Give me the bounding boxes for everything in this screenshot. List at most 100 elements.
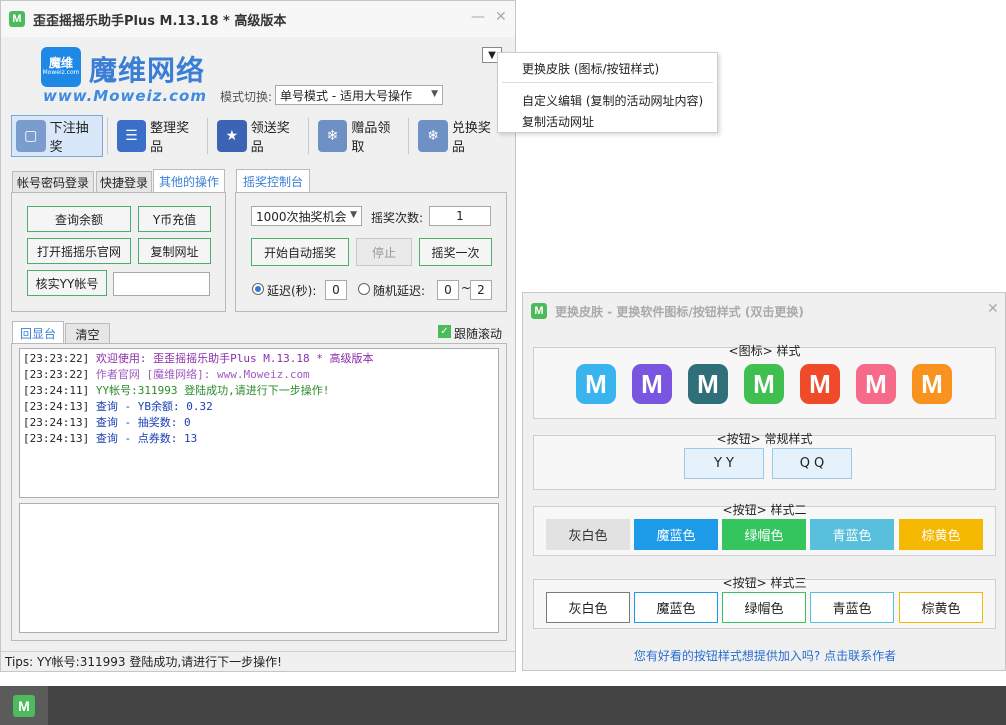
recharge-button[interactable]: Y币充值 — [138, 206, 211, 232]
brand-name: 魔维网络 — [89, 54, 206, 87]
toolbar-label: 领送奖品 — [250, 121, 290, 155]
style2-green-button[interactable]: 绿帽色 — [722, 519, 806, 550]
stop-button[interactable]: 停止 — [356, 238, 412, 266]
toolbar-label: 赠品领取 — [351, 121, 391, 155]
chevron-down-icon: ▼ — [431, 89, 438, 99]
verify-account-input[interactable] — [113, 272, 210, 296]
tab-clear[interactable]: 清空 — [65, 323, 110, 345]
style3-cyan-button[interactable]: 青蓝色 — [810, 592, 894, 623]
toolbar-claim-gift-button[interactable]: ❄ 赠品领取 — [313, 115, 405, 157]
command-input-area[interactable] — [19, 503, 499, 633]
title-bar[interactable]: M 歪歪摇摇乐助手Plus M.13.18 * 高级版本 — [1, 1, 515, 37]
style2-gray-button[interactable]: 灰白色 — [546, 519, 630, 550]
context-menu: 更换皮肤 (图标/按钮样式) 自定义编辑 (复制的活动网址内容) 复制活动网址 — [497, 52, 718, 133]
skin-window: M 更换皮肤 - 更换软件图标/按钮样式 (双击更换) ✕ <图标> 样式 M … — [522, 292, 1006, 671]
log-text: YY帐号:311993 登陆成功,请进行下一步操作! — [89, 384, 330, 397]
menu-item-change-skin[interactable]: 更换皮肤 (图标/按钮样式) — [522, 60, 659, 77]
minimize-icon[interactable]: — — [471, 9, 485, 25]
copy-url-button[interactable]: 复制网址 — [138, 238, 211, 264]
log-text: 查询 - YB余额: 0.32 — [89, 400, 213, 413]
style3-blue-button[interactable]: 魔蓝色 — [634, 592, 718, 623]
draw-times-input[interactable]: 1 — [429, 206, 491, 226]
main-window: M 歪歪摇摇乐助手Plus M.13.18 * 高级版本 — ✕ ▼ 魔维 Mo… — [0, 0, 516, 672]
toolbar-divider — [106, 118, 108, 154]
m-icon-orange[interactable]: M — [912, 364, 952, 404]
draw-count-value: 1000次抽奖机会 — [256, 209, 347, 224]
style2-cyan-button[interactable]: 青蓝色 — [810, 519, 894, 550]
log-line: [23:24:13] 查询 - YB余额: 0.32 — [23, 399, 495, 415]
draw-once-button[interactable]: 摇奖一次 — [419, 238, 492, 266]
query-balance-button[interactable]: 查询余额 — [27, 206, 131, 232]
close-icon[interactable]: ✕ — [495, 9, 507, 25]
contact-author-link[interactable]: 您有好看的按钮样式想提供加入吗? 点击联系作者 — [523, 647, 1006, 664]
style3-gray-button[interactable]: 灰白色 — [546, 592, 630, 623]
toolbar-send-prizes-button[interactable]: ★ 领送奖品 — [212, 115, 304, 157]
skin-window-title: 更换皮肤 - 更换软件图标/按钮样式 (双击更换) — [555, 304, 804, 319]
app-logo-icon: M — [531, 303, 547, 319]
status-bar: Tips: YY帐号:311993 登陆成功,请进行下一步操作! — [1, 651, 515, 671]
menu-item-copy-url[interactable]: 复制活动网址 — [522, 113, 594, 130]
menu-divider — [502, 82, 713, 83]
menu-item-custom-edit[interactable]: 自定义编辑 (复制的活动网址内容) — [522, 92, 703, 109]
tab-echo-console[interactable]: 回显台 — [12, 321, 64, 345]
style2-amber-button[interactable]: 棕黄色 — [899, 519, 983, 550]
toolbar-label: 兑换奖品 — [451, 121, 491, 155]
m-icon-sky-blue[interactable]: M — [576, 364, 616, 404]
m-icon-teal[interactable]: M — [688, 364, 728, 404]
tab-draw-console[interactable]: 摇奖控制台 — [236, 169, 310, 193]
skin-title-bar[interactable]: M 更换皮肤 - 更换软件图标/按钮样式 (双击更换) — [523, 293, 1005, 329]
style-three-group: <按钮> 样式三 灰白色 魔蓝色 绿帽色 青蓝色 棕黄色 — [533, 576, 996, 629]
mode-select-value: 单号模式 - 适用大号操作 — [280, 88, 412, 103]
log-line: [23:24:11] YY帐号:311993 登陆成功,请进行下一步操作! — [23, 383, 495, 399]
draw-times-label: 摇奖次数: — [371, 211, 424, 225]
start-auto-draw-button[interactable]: 开始自动摇奖 — [251, 238, 349, 266]
icon-style-group: <图标> 样式 M M M M M M M — [533, 344, 996, 419]
log-text: 欢迎使用: 歪歪摇摇乐助手Plus M.13.18 * 高级版本 — [89, 352, 374, 365]
delay-input[interactable]: 0 — [325, 280, 347, 300]
taskbar-app-button[interactable]: M — [0, 686, 48, 725]
tab-quick-login[interactable]: 快捷登录 — [96, 171, 152, 193]
normal-yy-button[interactable]: Y Y — [684, 448, 764, 479]
m-icon-pink[interactable]: M — [856, 364, 896, 404]
style2-blue-button[interactable]: 魔蓝色 — [634, 519, 718, 550]
m-icon-purple[interactable]: M — [632, 364, 672, 404]
snowflake-icon: ❄ — [317, 120, 348, 152]
toolbar-exchange-prizes-button[interactable]: ❄ 兑换奖品 — [413, 115, 505, 157]
log-output[interactable]: [23:23:22] 欢迎使用: 歪歪摇摇乐助手Plus M.13.18 * 高… — [19, 348, 499, 498]
open-site-button[interactable]: 打开摇摇乐官网 — [27, 238, 131, 264]
random-from-input[interactable]: 0 — [437, 280, 459, 300]
draw-count-select[interactable]: 1000次抽奖机会 ▼ — [251, 206, 362, 226]
toolbar-organize-prizes-button[interactable]: ☰ 整理奖品 — [112, 115, 204, 157]
style3-amber-button[interactable]: 棕黄色 — [899, 592, 983, 623]
close-icon[interactable]: ✕ — [987, 301, 999, 317]
taskbar: M — [0, 686, 1006, 725]
log-timestamp: [23:24:13] — [23, 432, 90, 445]
normal-qq-button[interactable]: Q Q — [772, 448, 852, 479]
random-delay-radio[interactable] — [358, 283, 370, 295]
m-icon-red[interactable]: M — [800, 364, 840, 404]
app-logo-icon: M — [13, 694, 35, 717]
m-icon-green[interactable]: M — [744, 364, 784, 404]
normal-button-group: <按钮> 常规样式 Y Y Q Q — [533, 432, 996, 490]
cube-icon: ▢ — [16, 120, 46, 152]
delay-radio[interactable] — [252, 283, 264, 295]
toolbar-bet-draw-button[interactable]: ▢ 下注抽奖 — [11, 115, 103, 157]
brand-url: www.Moweiz.com — [43, 87, 207, 105]
verify-account-button[interactable]: 核实YY帐号 — [27, 270, 107, 296]
style-two-title: <按钮> 样式二 — [722, 503, 807, 517]
mode-label: 模式切换: — [220, 90, 273, 104]
log-line: [23:23:22] 欢迎使用: 歪歪摇摇乐助手Plus M.13.18 * 高… — [23, 351, 495, 367]
tab-account-login[interactable]: 帐号密码登录 — [12, 171, 94, 193]
follow-scroll-checkbox[interactable]: ✓ — [438, 325, 451, 338]
main-toolbar: ▢ 下注抽奖 ☰ 整理奖品 ★ 领送奖品 ❄ 赠品领取 ❄ 兑换奖品 — [11, 115, 507, 157]
log-text: 作者官网 [魔维网络]: www.Moweiz.com — [89, 368, 310, 381]
window-title: 歪歪摇摇乐助手Plus M.13.18 * 高级版本 — [33, 13, 287, 29]
list-icon: ☰ — [116, 120, 147, 152]
toolbar-divider — [207, 118, 209, 154]
log-line: [23:24:13] 查询 - 点券数: 13 — [23, 431, 495, 447]
tab-other-ops[interactable]: 其他的操作 — [153, 169, 225, 193]
mode-select[interactable]: 单号模式 - 适用大号操作 ▼ — [275, 85, 443, 105]
random-to-input[interactable]: 2 — [470, 280, 492, 300]
style3-green-button[interactable]: 绿帽色 — [722, 592, 806, 623]
toolbar-divider — [307, 118, 309, 154]
